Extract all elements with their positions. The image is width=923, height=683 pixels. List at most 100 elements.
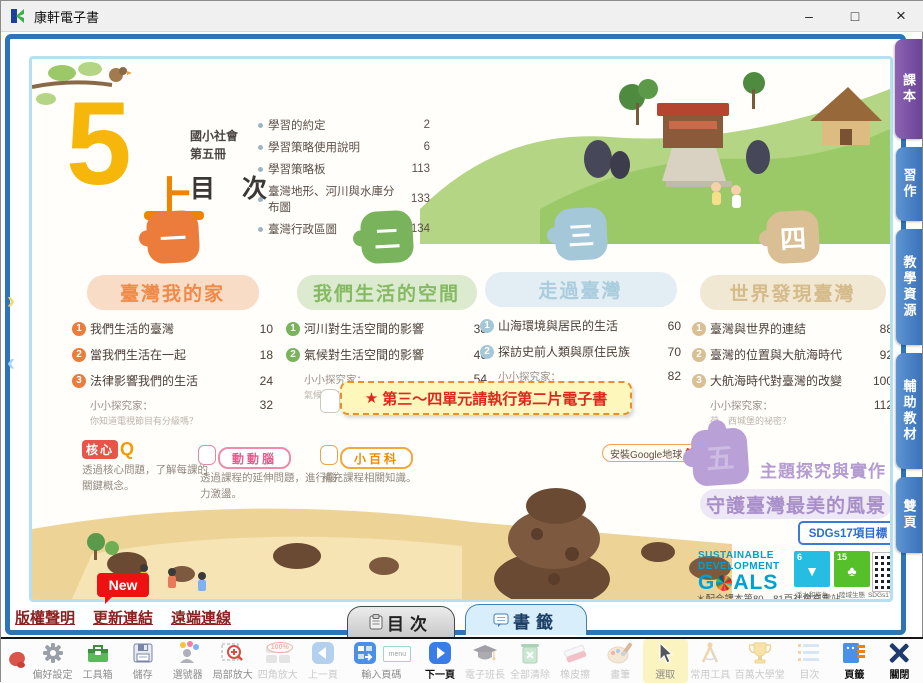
stamp-tool[interactable]: [3, 639, 30, 683]
eraser-button[interactable]: 橡皮擦: [553, 639, 598, 683]
water-icon: ▼: [794, 563, 830, 579]
select-button[interactable]: 選取: [643, 639, 688, 683]
lesson-item[interactable]: 3大航海時代對臺灣的改變100: [692, 372, 893, 389]
unit-2: 二 我們生活的空間 1河川對生活空間的影響38 2氣候對生活空間的影響46 小小…: [284, 211, 489, 401]
input-page-button[interactable]: menu 輸入頁碼: [345, 639, 417, 683]
unit-1-badge: 一: [145, 210, 200, 265]
unit-3: 三 走過臺灣 1山海環境與居民的生活60 2探訪史前人類與原住民族70 小小探究…: [478, 208, 683, 398]
legend-brain-tag: 動動腦: [218, 447, 291, 469]
eraser-icon: [562, 641, 588, 665]
maximize-button[interactable]: □: [832, 1, 878, 31]
lesson-item[interactable]: 2探訪史前人類與原住民族70: [480, 343, 681, 360]
app-window: { "window": { "title": "康軒電子書", "control…: [0, 0, 923, 682]
legend-wiki-tag: 小百科: [340, 447, 413, 469]
app-logo-icon: [10, 8, 26, 24]
link-remote[interactable]: 遠端連線: [171, 607, 231, 628]
intro-item[interactable]: 學習的約定2: [258, 117, 430, 133]
q-icon: Q: [120, 439, 134, 460]
brain-mascot-icon: [198, 445, 216, 465]
tab-bookmark[interactable]: 書籤: [465, 604, 587, 635]
prev-page-icon: [311, 641, 335, 665]
bullet-icon: [258, 197, 263, 202]
tabbed-book-icon: [841, 641, 867, 665]
explorer-note: 你知道電視節目有分級嗎？: [90, 414, 273, 427]
lesson-item[interactable]: 2臺灣的位置與大航海時代92: [692, 346, 893, 363]
title-bar: 康軒電子書 – □ ×: [1, 1, 923, 32]
tab-toc[interactable]: 目次: [347, 606, 455, 637]
graduation-cap-icon: [472, 641, 498, 665]
grade-number: 5: [66, 85, 132, 203]
lesson-number: 2: [480, 345, 494, 359]
unit-2-badge: 二: [359, 210, 414, 265]
common-tools-button[interactable]: 常用工具: [688, 639, 733, 683]
class-leader-button[interactable]: 電子班長: [462, 639, 507, 683]
close-app-button[interactable]: 關閉: [877, 639, 922, 683]
stamp-icon: [6, 649, 28, 673]
lesson-item[interactable]: 2當我們生活在一起18: [72, 346, 273, 363]
qr-caption: SDGs17項目標: [865, 589, 893, 599]
lesson-item[interactable]: 1臺灣與世界的連結88: [692, 320, 893, 337]
person-picker-icon: [176, 641, 200, 665]
save-button[interactable]: 儲存: [120, 639, 165, 683]
unit-5-title: 主題探究與實作: [760, 457, 886, 482]
lesson-number: 1: [72, 322, 86, 336]
lesson-item[interactable]: 2氣候對生活空間的影響46: [286, 346, 487, 363]
clear-all-button[interactable]: 全部清除: [508, 639, 553, 683]
prev-page-button[interactable]: 上一頁: [300, 639, 345, 683]
lesson-item[interactable]: 1我們生活的臺灣10: [72, 320, 273, 337]
intro-item[interactable]: 學習策略使用說明6: [258, 139, 430, 155]
toolbox-icon: [86, 641, 110, 665]
tab-teaching-resources[interactable]: 教學資源: [896, 229, 922, 345]
page-grid-icon: menu: [353, 641, 409, 665]
robot-mascot-icon: [320, 445, 338, 465]
gear-icon: [41, 641, 65, 665]
unit-1: 一 臺灣我的家 1我們生活的臺灣10 2當我們生活在一起18 3法律影響我們的生…: [70, 211, 275, 427]
quiz-game-button[interactable]: 百萬大學堂: [733, 639, 787, 683]
bullet-icon: [258, 167, 263, 172]
notice-banner: ★ 第三～四單元請執行第二片電子書: [340, 381, 632, 415]
zoom-reset-button[interactable]: 100% 四角放大: [255, 639, 300, 683]
link-copyright[interactable]: 版權聲明: [15, 607, 75, 628]
preferences-button[interactable]: 偏好設定: [30, 639, 75, 683]
window-title: 康軒電子書: [34, 7, 99, 26]
tab-workbook[interactable]: 習作: [896, 147, 922, 221]
explorer-row[interactable]: 小小探究家：112: [710, 398, 893, 413]
sdgs-logo: SUSTAINABLE DEVELOPMENT GALS: [698, 551, 780, 594]
legend-core-tag: 核心Q: [82, 439, 134, 460]
sdgs-button[interactable]: SDGs17項目標: [798, 521, 893, 545]
tab-double-page[interactable]: 雙頁: [896, 477, 922, 553]
pen-button[interactable]: 畫筆: [598, 639, 643, 683]
tab-supplementary[interactable]: 輔助教材: [896, 353, 922, 469]
bullet-icon: [258, 123, 263, 128]
next-arrow-icon[interactable]: ›: [3, 289, 19, 315]
lesson-number: 1: [692, 322, 706, 336]
sdg-wheel-icon: [716, 575, 732, 591]
compass-icon: [698, 641, 722, 665]
page-tabs-button[interactable]: 頁籤: [832, 639, 877, 683]
unit-2-title: 我們生活的空間: [297, 275, 477, 310]
lesson-item[interactable]: 3法律影響我們的生活24: [72, 372, 273, 389]
minimize-button[interactable]: –: [786, 1, 832, 31]
explorer-row[interactable]: 小小探究家：32: [90, 398, 273, 413]
link-update[interactable]: 更新連結: [93, 607, 153, 628]
toc-button[interactable]: 目次: [787, 639, 832, 683]
notice-text: 第三～四單元請執行第二片電子書: [382, 388, 607, 409]
prev-arrow-icon[interactable]: ‹: [3, 351, 19, 377]
lesson-item[interactable]: 1山海環境與居民的生活60: [480, 317, 681, 334]
number-picker-button[interactable]: 選號器: [165, 639, 210, 683]
unit-4-title: 世界發現臺灣: [700, 275, 886, 310]
explorer-note: 荷、西城堡的祕密？: [710, 414, 893, 427]
zoom-region-button[interactable]: 局部放大: [210, 639, 255, 683]
toolbox-button[interactable]: 工具箱: [75, 639, 120, 683]
bottom-toolbar: 偏好設定 工具箱 儲存 選號器 局部放大 100% 四角放大 上一頁 menu …: [1, 639, 923, 683]
lesson-number: 3: [72, 374, 86, 388]
mascot-icon: [320, 389, 340, 413]
intro-item[interactable]: 學習策略板113: [258, 161, 430, 177]
cursor-icon: [654, 641, 676, 665]
lesson-number: 2: [286, 348, 300, 362]
lesson-item[interactable]: 1河川對生活空間的影響38: [286, 320, 487, 337]
trash-bin-icon: [520, 641, 540, 665]
next-page-button[interactable]: 下一頁: [417, 639, 462, 683]
close-button[interactable]: ×: [878, 1, 923, 31]
tab-textbook[interactable]: 課本: [895, 39, 922, 139]
